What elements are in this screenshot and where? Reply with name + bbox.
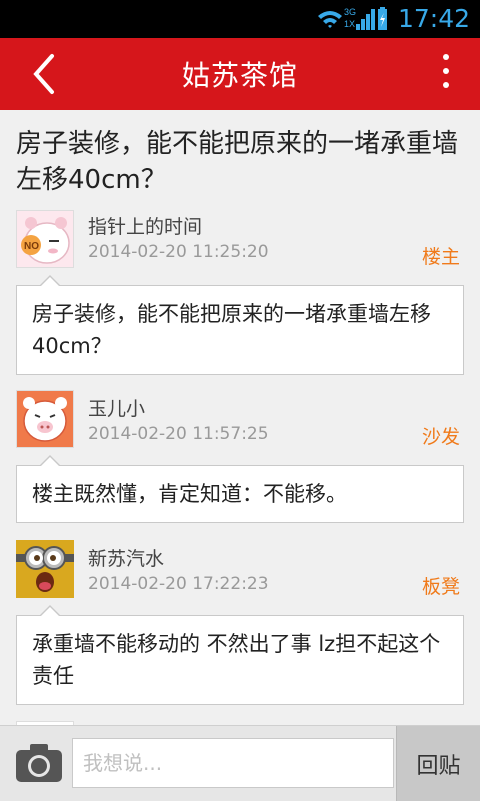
thread-content[interactable]: 房子装修，能不能把原来的一堵承重墙左移40cm？ NO 指针上的时间 2014-… (0, 110, 480, 725)
app-bar: 姑苏茶馆 (0, 38, 480, 110)
post-time: 2014-02-20 17:22:23 (88, 574, 269, 594)
network-type-label-alt: 1X (344, 19, 355, 29)
submit-reply-button[interactable]: 回贴 (396, 726, 480, 801)
battery-charging-icon (378, 7, 387, 30)
avatar-image (16, 540, 74, 598)
post-time: 2014-02-20 11:25:20 (88, 242, 269, 262)
post-time: 2014-02-20 11:57:25 (88, 424, 269, 444)
svg-text:NO: NO (24, 241, 39, 252)
floor-label: 楼主 (421, 246, 460, 268)
avatar-image (17, 391, 73, 447)
post-username[interactable]: 新苏汽水 (88, 544, 164, 571)
status-time: 17:42 (397, 4, 470, 33)
signal-icon (356, 9, 375, 30)
post-content: 房子装修，能不能把原来的一堵承重墙左移40cm？ (16, 275, 464, 375)
thread-title: 房子装修，能不能把原来的一堵承重墙左移40cm？ (16, 129, 459, 195)
overflow-menu-icon[interactable] (438, 54, 454, 94)
post-username[interactable]: 指针上的时间 (88, 212, 202, 239)
reply-input[interactable] (72, 738, 394, 788)
floor-label: 板凳 (421, 576, 460, 598)
floor-label: 沙发 (421, 426, 460, 448)
status-bar: 3G 1X 17:42 (0, 0, 480, 38)
reply-bar: 回贴 (0, 725, 480, 801)
post-username[interactable]: 玉儿小 (88, 394, 145, 421)
avatar[interactable]: NO (16, 210, 74, 268)
wifi-icon (318, 11, 342, 28)
avatar-image: NO (17, 211, 73, 267)
status-icons: 3G 1X (318, 7, 387, 30)
camera-icon[interactable] (14, 741, 64, 785)
avatar[interactable] (16, 390, 74, 448)
network-type-label: 3G (344, 7, 356, 17)
avatar[interactable] (16, 540, 74, 598)
post-content: 承重墙不能移动的 不然出了事 lz担不起这个责任 (16, 605, 464, 705)
page-title: 姑苏茶馆 (181, 59, 298, 92)
post-content: 楼主既然懂，肯定知道：不能移。 (16, 455, 464, 523)
